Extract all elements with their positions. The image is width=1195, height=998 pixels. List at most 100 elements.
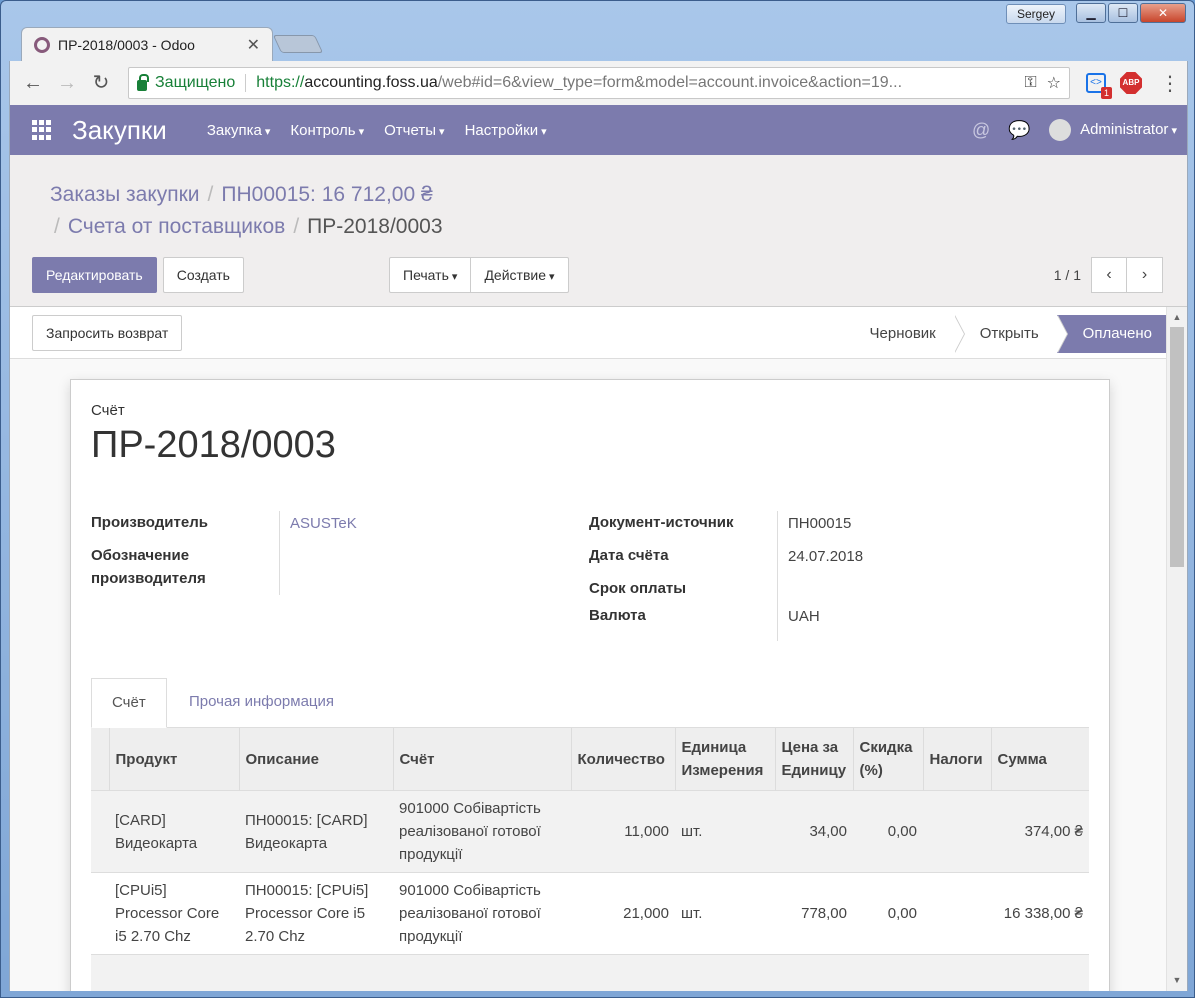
address-bar[interactable]: Защищено https:// accounting.foss.ua /we… [128, 67, 1070, 99]
vendor-label: Производитель [91, 514, 208, 531]
secure-label: Защищено [155, 74, 236, 91]
menu-settings[interactable]: Настройки [465, 122, 547, 139]
url-scheme: https:// [256, 74, 305, 91]
pager-next-button[interactable]: › [1127, 257, 1163, 293]
pager-value[interactable]: 1 / 1 [1054, 267, 1081, 283]
close-tab-icon[interactable]: ✕ [247, 35, 260, 55]
breadcrumb-vendor-bills[interactable]: Счета от поставщиков [68, 215, 285, 238]
cell-taxes [923, 790, 991, 873]
forward-button[interactable]: → [50, 66, 84, 100]
cell-uom: шт. [675, 872, 775, 955]
form-buttons: Редактировать Создать [32, 257, 244, 293]
cell-description: ПН00015: [CARD] Видеокарта [239, 790, 393, 873]
breadcrumb-separator: / [207, 183, 214, 206]
key-icon[interactable]: ⚿ [1024, 74, 1036, 92]
field-separator [777, 511, 778, 641]
cell-account: 901000 Собівартість реалізованої готової… [393, 872, 571, 955]
stage-open[interactable]: Открыть [953, 315, 1068, 353]
header-product[interactable]: Продукт [108, 728, 239, 791]
action-dropdown[interactable]: Действие [471, 257, 569, 293]
browser-tab[interactable]: ПР-2018/0003 - Odoo ✕ [21, 27, 273, 61]
row-handle [91, 790, 109, 873]
bookmark-star-icon[interactable]: ☆ [1047, 73, 1061, 93]
pager-previous-button[interactable]: ‹ [1091, 257, 1127, 293]
breadcrumb-purchase-orders[interactable]: Заказы закупки [50, 183, 200, 206]
currency-value: UAH [788, 608, 820, 625]
header-uom[interactable]: Единица Измерения [674, 728, 775, 791]
browser-menu-icon[interactable]: ⋮ [1160, 71, 1180, 96]
table-row[interactable]: [CARD] Видеокарта ПН00015: [CARD] Видеок… [91, 790, 1089, 873]
invoice-date-value: 24.07.2018 [788, 548, 864, 565]
empty-row [91, 954, 1089, 991]
user-menu: Administrator [1080, 121, 1177, 138]
stage-draft[interactable]: Черновик [843, 315, 965, 353]
page-scrollbar[interactable]: ▲ ▼ [1166, 307, 1187, 991]
document-title: ПР-2018/0003 [91, 424, 336, 466]
menu-control[interactable]: Контроль [290, 122, 364, 139]
extension-badge: 1 [1100, 87, 1112, 99]
row-handle [91, 872, 109, 955]
mention-icon[interactable]: @ [972, 120, 990, 141]
header-price[interactable]: Цена за Единицу [774, 728, 853, 791]
header-description[interactable]: Описание [238, 728, 393, 791]
print-dropdown[interactable]: Печать [389, 257, 472, 293]
avatar [1048, 119, 1071, 141]
document-type-label: Счёт [91, 402, 125, 419]
header-taxes[interactable]: Налоги [922, 728, 991, 791]
header-discount[interactable]: Скидка (%) [852, 728, 923, 791]
request-refund-button[interactable]: Запросить возврат [32, 315, 183, 351]
table-row[interactable]: [CPUi5] Processor Core i5 2.70 Chz ПН000… [91, 872, 1089, 955]
breadcrumb-separator: / [54, 215, 60, 238]
reload-button[interactable]: ↻ [84, 66, 118, 100]
empty-cell [91, 954, 1089, 991]
user-menu-wrapper[interactable]: Administrator [1048, 119, 1177, 141]
breadcrumb-order[interactable]: ПН00015: 16 712,00 ₴ [221, 183, 432, 206]
browser-window: Sergey ▁ ☐ ✕ ПР-2018/0003 - Odoo ✕ ← → ↻… [0, 0, 1195, 998]
cell-discount: 0,00 [853, 790, 923, 873]
breadcrumb-separator: / [293, 215, 300, 238]
vendor-link[interactable]: ASUSTeK [290, 515, 357, 532]
cell-uom: шт. [675, 790, 775, 873]
menu-reports[interactable]: Отчеты [384, 122, 444, 139]
control-panel: Заказы закупки / ПН00015: 16 712,00 ₴ / Сче… [10, 155, 1187, 307]
scroll-thumb[interactable] [1170, 327, 1184, 567]
create-button[interactable]: Создать [162, 257, 244, 293]
edit-button[interactable]: Редактировать [32, 257, 157, 293]
pager: 1 / 1 ‹ › [1054, 257, 1163, 293]
apps-grid-icon[interactable] [32, 120, 52, 140]
sidebar-buttons: Печать Действие [389, 257, 569, 293]
scroll-up-icon[interactable]: ▲ [1167, 309, 1187, 326]
form-statusbar: Запросить возврат Черновик Открыть Оплач… [10, 307, 1168, 359]
breadcrumb: Заказы закупки / ПН00015: 16 712,00 ₴ / Сче… [50, 179, 670, 243]
vendor-value[interactable]: ASUSTeK [290, 515, 357, 532]
form-sheet: Счёт ПР-2018/0003 Производитель ASUSTeK … [70, 379, 1110, 991]
back-button[interactable]: ← [16, 66, 50, 100]
stage-paid[interactable]: Оплачено [1056, 315, 1168, 353]
tab-invoice[interactable]: Счёт [91, 678, 167, 728]
devtools-extension-icon[interactable]: <> 1 [1086, 73, 1112, 99]
tab-other-info[interactable]: Прочая информация [169, 678, 354, 728]
header-amount[interactable]: Сумма [990, 728, 1089, 791]
currency-label: Валюта [589, 607, 646, 624]
adblock-extension-icon[interactable]: ABP [1120, 72, 1142, 94]
browser-toolbar: ← → ↻ Защищено https:// accounting.foss.… [9, 61, 1188, 105]
form-tabs: Счёт Прочая информация [91, 678, 1089, 728]
menu-purchase[interactable]: Закупка [207, 122, 271, 139]
maximize-button[interactable]: ☐ [1108, 3, 1138, 23]
cell-quantity: 21,000 [571, 872, 675, 955]
breadcrumb-current: ПР-2018/0003 [307, 215, 443, 238]
close-window-button[interactable]: ✕ [1140, 3, 1186, 23]
table-header-row: Продукт Описание Счёт Количество Единица… [91, 728, 1089, 791]
minimize-button[interactable]: ▁ [1076, 3, 1106, 23]
address-separator [245, 74, 247, 92]
devtools-extension-label: <> [1090, 77, 1102, 88]
header-account[interactable]: Счёт [392, 728, 571, 791]
chat-icon[interactable]: 💬 [1008, 120, 1030, 141]
new-tab-button[interactable] [272, 35, 324, 53]
url-host: accounting.foss.ua [304, 74, 438, 91]
vendor-reference-label: Обозначение производителя [91, 547, 206, 587]
scroll-down-icon[interactable]: ▼ [1167, 972, 1187, 989]
invoice-date-label: Дата счёта [589, 547, 669, 564]
odoo-favicon-icon [34, 36, 50, 53]
header-quantity[interactable]: Количество [570, 728, 675, 791]
